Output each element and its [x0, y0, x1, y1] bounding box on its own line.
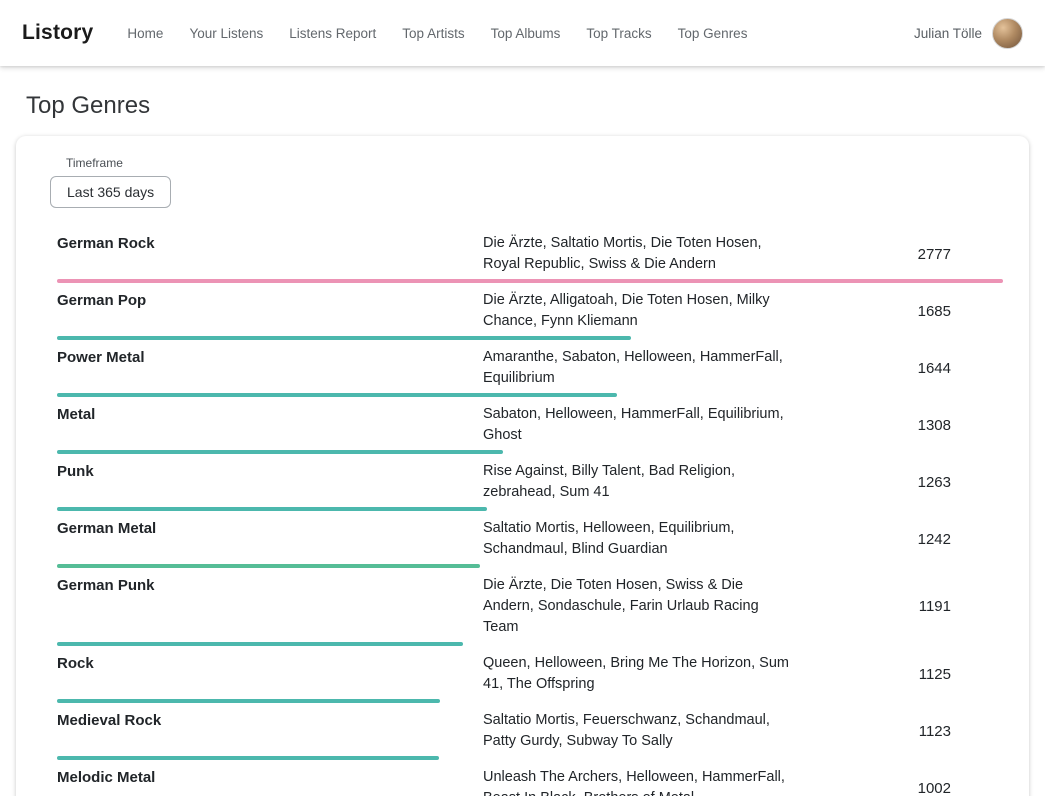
genre-name: Rock	[57, 653, 483, 672]
genre-row: German Metal Saltatio Mortis, Helloween,…	[16, 511, 1029, 568]
genre-row: German Rock Die Ärzte, Saltatio Mortis, …	[16, 226, 1029, 283]
genre-listen-count: 1308	[797, 417, 1003, 434]
nav-item-top-artists[interactable]: Top Artists	[402, 26, 464, 41]
nav-item-top-genres[interactable]: Top Genres	[678, 26, 748, 41]
user-menu[interactable]: Julian Tölle	[914, 18, 1023, 49]
user-name: Julian Tölle	[914, 26, 982, 41]
genre-row: Punk Rise Against, Billy Talent, Bad Rel…	[16, 454, 1029, 511]
genre-listen-count: 1125	[797, 666, 1003, 683]
genre-listen-count: 1191	[797, 598, 1003, 615]
genre-name: Melodic Metal	[57, 767, 483, 786]
genre-name: Medieval Rock	[57, 710, 483, 729]
genre-name: German Pop	[57, 290, 483, 309]
genre-row: Melodic Metal Unleash The Archers, Hello…	[16, 760, 1029, 796]
genre-listen-count: 1242	[797, 531, 1003, 548]
genre-row: German Pop Die Ärzte, Alligatoah, Die To…	[16, 283, 1029, 340]
genre-row: Power Metal Amaranthe, Sabaton, Hellowee…	[16, 340, 1029, 397]
nav-item-your-listens[interactable]: Your Listens	[189, 26, 263, 41]
genre-top-artists: Rise Against, Billy Talent, Bad Religion…	[483, 461, 797, 503]
nav-item-top-tracks[interactable]: Top Tracks	[586, 26, 651, 41]
genre-top-artists: Amaranthe, Sabaton, Helloween, HammerFal…	[483, 347, 797, 389]
genre-name: German Rock	[57, 233, 483, 252]
genre-name: Power Metal	[57, 347, 483, 366]
genre-top-artists: Die Ärzte, Alligatoah, Die Toten Hosen, …	[483, 290, 797, 332]
genre-row: Medieval Rock Saltatio Mortis, Feuerschw…	[16, 703, 1029, 760]
genre-top-artists: Die Ärzte, Die Toten Hosen, Swiss & Die …	[483, 575, 797, 638]
timeframe-select-button[interactable]: Last 365 days	[50, 176, 171, 208]
genre-listen-count: 1002	[797, 780, 1003, 796]
genre-name: Punk	[57, 461, 483, 480]
user-avatar[interactable]	[992, 18, 1023, 49]
genre-listen-count: 2777	[797, 246, 1003, 263]
page-title: Top Genres	[26, 92, 1045, 120]
app-logo[interactable]: Listory	[22, 21, 93, 45]
genre-listen-count: 1685	[797, 303, 1003, 320]
nav-item-listens-report[interactable]: Listens Report	[289, 26, 376, 41]
genre-name: Metal	[57, 404, 483, 423]
timeframe-label: Timeframe	[66, 156, 1003, 170]
genre-top-artists: Saltatio Mortis, Helloween, Equilibrium,…	[483, 518, 797, 560]
genre-top-artists: Die Ärzte, Saltatio Mortis, Die Toten Ho…	[483, 233, 797, 275]
genre-row: German Punk Die Ärzte, Die Toten Hosen, …	[16, 568, 1029, 646]
genre-top-artists: Saltatio Mortis, Feuerschwanz, Schandmau…	[483, 710, 797, 752]
nav-item-home[interactable]: Home	[127, 26, 163, 41]
nav-item-top-albums[interactable]: Top Albums	[491, 26, 561, 41]
genre-table: German Rock Die Ärzte, Saltatio Mortis, …	[16, 226, 1029, 796]
genre-listen-count: 1263	[797, 474, 1003, 491]
genre-name: German Punk	[57, 575, 483, 594]
genre-row: Rock Queen, Helloween, Bring Me The Hori…	[16, 646, 1029, 703]
genre-top-artists: Sabaton, Helloween, HammerFall, Equilibr…	[483, 404, 797, 446]
top-navigation-bar: Listory Home Your Listens Listens Report…	[0, 0, 1045, 66]
main-nav: Home Your Listens Listens Report Top Art…	[127, 26, 914, 41]
genre-top-artists: Unleash The Archers, Helloween, HammerFa…	[483, 767, 797, 796]
genre-top-artists: Queen, Helloween, Bring Me The Horizon, …	[483, 653, 797, 695]
top-genres-card: Timeframe Last 365 days German Rock Die …	[16, 136, 1029, 796]
timeframe-filter: Timeframe Last 365 days	[16, 156, 1029, 208]
genre-listen-count: 1123	[797, 723, 1003, 740]
genre-name: German Metal	[57, 518, 483, 537]
genre-listen-count: 1644	[797, 360, 1003, 377]
genre-row: Metal Sabaton, Helloween, HammerFall, Eq…	[16, 397, 1029, 454]
